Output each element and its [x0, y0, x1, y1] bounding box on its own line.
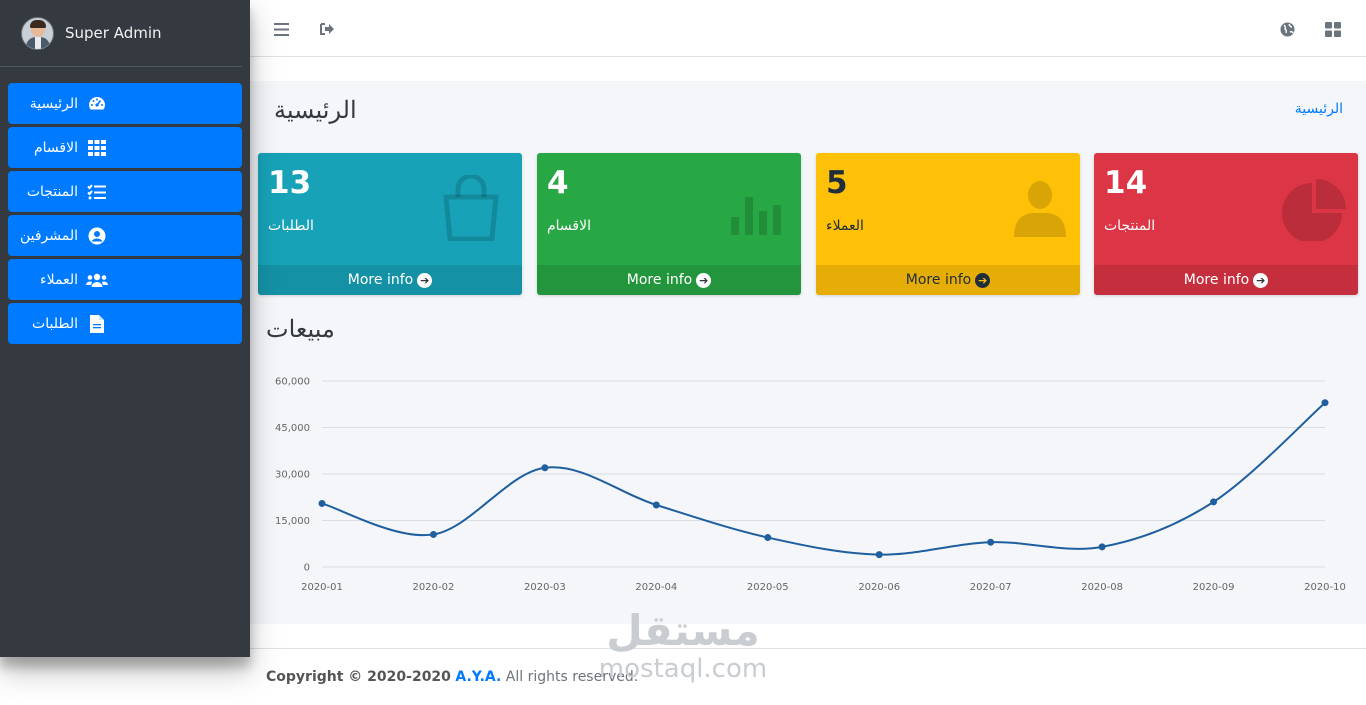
- more-info-label: More info: [626, 272, 693, 288]
- data-point: [652, 501, 660, 509]
- y-tick-label: 0: [304, 563, 310, 574]
- more-info-link[interactable]: More info ➔: [816, 265, 1080, 295]
- x-tick-label: 2020-04: [635, 582, 677, 593]
- page-title: الرئيسية: [274, 96, 357, 124]
- footer: Copyright © 2020-2020 A.Y.A. All rights …: [250, 648, 1366, 705]
- stat-label: الطلبات: [268, 218, 314, 234]
- more-info-label: More info: [347, 272, 414, 288]
- stat-card-orders: 13 الطلبات More info ➔: [258, 153, 522, 295]
- globe-icon[interactable]: [1276, 18, 1298, 40]
- data-point: [875, 551, 883, 559]
- menu-icon[interactable]: [270, 18, 292, 40]
- main-content: الرئيسية الرئيسية 13 الطلبات More info ➔ …: [250, 81, 1366, 624]
- stat-label: الاقسام: [547, 218, 591, 234]
- y-tick-label: 15,000: [275, 516, 310, 527]
- data-point: [764, 534, 772, 542]
- y-tick-label: 60,000: [275, 377, 310, 388]
- user-name[interactable]: Super Admin: [65, 24, 162, 42]
- bar-chart-icon: [731, 197, 781, 235]
- stat-label: المنتجات: [1104, 218, 1156, 234]
- data-point: [429, 530, 437, 538]
- chart-title: مبيعات: [266, 315, 335, 343]
- arrow-circle-right-icon: ➔: [975, 272, 991, 288]
- top-navbar: [250, 0, 1366, 57]
- arrow-circle-right-icon: ➔: [1253, 272, 1269, 288]
- series-line: [321, 401, 1326, 556]
- avatar[interactable]: [21, 16, 54, 50]
- grid-icon: [86, 137, 108, 159]
- data-point: [987, 538, 995, 546]
- arrow-circle-right-icon: ➔: [696, 272, 712, 288]
- more-info-label: More info: [905, 272, 972, 288]
- users-icon: [86, 269, 108, 291]
- x-tick-label: 2020-10: [1304, 582, 1346, 593]
- sidebar-item-supervisors[interactable]: المشرفين: [8, 215, 242, 256]
- pie-chart-icon: [1282, 179, 1346, 241]
- user-icon: [1014, 181, 1066, 237]
- more-info-label: More info: [1183, 272, 1250, 288]
- file-icon: [86, 313, 108, 335]
- stat-value: 13: [268, 165, 312, 201]
- sidebar-item-label: المنتجات: [26, 183, 78, 200]
- stat-value: 5: [826, 165, 848, 201]
- sidebar-item-label: المشرفين: [19, 227, 78, 244]
- sidebar-item-label: الرئيسية: [29, 95, 78, 112]
- y-tick-label: 30,000: [275, 470, 310, 481]
- sidebar-nav: الرئيسية الاقسام المنتجات المشرفين العمل…: [0, 83, 250, 344]
- sidebar-item-label: العملاء: [40, 271, 78, 288]
- data-point: [318, 499, 326, 507]
- sidebar-item-clients[interactable]: العملاء: [8, 259, 242, 300]
- more-info-link[interactable]: More info ➔: [537, 265, 801, 295]
- more-info-link[interactable]: More info ➔: [1094, 265, 1358, 295]
- user-circle-icon: [86, 225, 108, 247]
- x-tick-label: 2020-05: [747, 582, 789, 593]
- sidebar: Super Admin الرئيسية الاقسام المنتجات ال…: [0, 0, 250, 657]
- y-tick-label: 45,000: [275, 423, 310, 434]
- sidebar-item-home[interactable]: الرئيسية: [8, 83, 242, 124]
- stat-card-products: 14 المنتجات More info ➔: [1094, 153, 1358, 295]
- x-tick-label: 2020-09: [1193, 582, 1235, 593]
- footer-brand-link[interactable]: A.Y.A.: [455, 669, 501, 685]
- data-point: [541, 464, 549, 472]
- data-point: [1098, 543, 1106, 551]
- footer-copyright: Copyright © 2020-2020: [266, 669, 451, 685]
- data-point: [1210, 498, 1218, 506]
- x-tick-label: 2020-02: [413, 582, 455, 593]
- stat-card-categories: 4 الاقسام More info ➔: [537, 153, 801, 295]
- sidebar-item-label: الطلبات: [32, 315, 78, 332]
- data-point: [1321, 399, 1329, 407]
- sidebar-item-orders[interactable]: الطلبات: [8, 303, 242, 344]
- more-info-link[interactable]: More info ➔: [258, 265, 522, 295]
- stat-card-clients: 5 العملاء More info ➔: [816, 153, 1080, 295]
- breadcrumb-home[interactable]: الرئيسية: [1295, 101, 1343, 117]
- dashboard-icon: [86, 93, 108, 115]
- x-tick-label: 2020-08: [1081, 582, 1123, 593]
- stat-value: 14: [1104, 165, 1148, 201]
- sales-line-chart: 0 15,000 30,000 45,000 60,000 2020-01 2020-02 2…: [275, 377, 1346, 594]
- sidebar-item-categories[interactable]: الاقسام: [8, 127, 242, 168]
- x-tick-label: 2020-01: [301, 582, 343, 593]
- shopping-bag-icon: [443, 175, 499, 241]
- x-tick-label: 2020-03: [524, 582, 566, 593]
- user-panel[interactable]: Super Admin: [0, 0, 242, 67]
- footer-text: Copyright © 2020-2020 A.Y.A. All rights …: [266, 669, 638, 685]
- list-check-icon: [86, 181, 108, 203]
- footer-rights: All rights reserved.: [505, 669, 639, 685]
- arrow-circle-right-icon: ➔: [417, 272, 433, 288]
- stat-value: 4: [547, 165, 569, 201]
- stat-label: العملاء: [826, 218, 864, 234]
- sign-out-icon[interactable]: [316, 18, 338, 40]
- x-tick-label: 2020-06: [858, 582, 900, 593]
- sidebar-item-products[interactable]: المنتجات: [8, 171, 242, 212]
- sidebar-item-label: الاقسام: [34, 139, 78, 156]
- apps-icon[interactable]: [1322, 18, 1344, 40]
- x-tick-label: 2020-07: [970, 582, 1012, 593]
